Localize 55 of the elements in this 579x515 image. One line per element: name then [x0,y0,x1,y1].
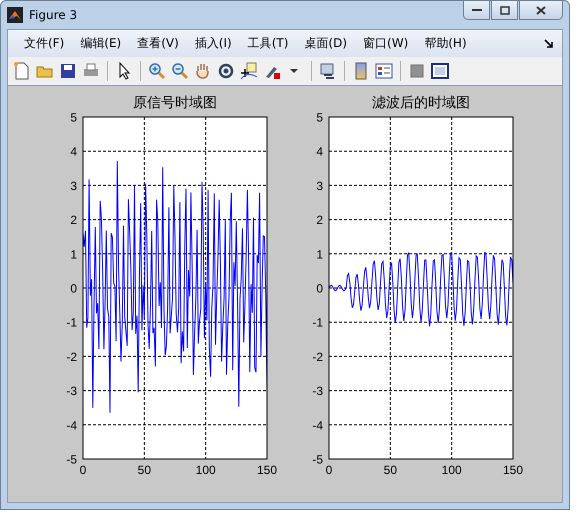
y-tick-label: -1 [66,316,77,330]
y-tick-label: -3 [312,384,323,398]
menu-item[interactable]: 桌面(D) [296,35,356,52]
data-cursor-icon[interactable] [239,61,259,81]
close-icon [536,6,546,14]
minimize-icon [472,8,482,12]
menu-item[interactable]: 插入(I) [186,35,240,52]
x-tick-label: 100 [442,463,462,477]
plot-title: 原信号时域图 [133,95,217,111]
y-tick-label: -4 [312,418,323,432]
y-tick-label: 0 [316,282,323,296]
dock-arrow-icon[interactable] [544,38,554,48]
x-tick-label: 150 [256,463,278,477]
save-icon[interactable] [58,61,78,81]
y-tick-label: -1 [312,316,323,330]
legend-icon[interactable] [374,61,394,81]
menu-item[interactable]: 编辑(E) [72,35,130,52]
y-tick-label: 3 [316,178,323,193]
x-tick-label: 0 [326,463,332,477]
y-tick-label: 2 [316,213,323,228]
y-tick-label: -2 [66,350,77,364]
y-tick-label: 4 [70,144,77,159]
menu-item[interactable]: 查看(V) [129,35,187,52]
y-tick-label: 4 [316,144,323,159]
menu-item[interactable]: 帮助(H) [416,35,475,52]
maximize-icon [500,6,510,14]
x-tick-label: 150 [502,463,524,477]
app-logo-icon [7,7,23,23]
y-tick-label: 3 [70,178,77,193]
y-tick-label: 0 [70,282,77,296]
y-tick-label: 1 [70,247,77,262]
y-tick-label: 1 [316,247,323,262]
x-tick-label: 50 [138,463,152,477]
maximize-button[interactable] [491,1,518,20]
y-tick-label: -5 [66,452,77,466]
menu-item[interactable]: 文件(F) [16,35,72,52]
y-tick-label: 5 [70,110,77,124]
menu-item[interactable]: 窗口(W) [355,35,416,52]
y-tick-label: 5 [316,110,323,124]
window-title: Figure 3 [29,8,78,22]
minimize-button[interactable] [463,1,490,20]
y-tick-label: -4 [66,418,77,432]
zoom-out-icon[interactable] [170,61,190,81]
zoom-in-icon[interactable] [147,61,167,81]
y-tick-label: -2 [312,350,323,364]
x-tick-label: 50 [384,463,398,477]
menu-item[interactable]: 工具(T) [240,35,296,52]
y-tick-label: -3 [66,384,77,398]
plot-title: 滤波后的时域图 [372,95,470,111]
y-tick-label: -5 [312,452,323,466]
close-button[interactable] [519,1,563,20]
x-tick-label: 100 [196,463,216,477]
y-tick-label: 2 [70,213,77,228]
show-plot-icon[interactable] [430,61,450,81]
x-tick-label: 0 [80,463,86,477]
